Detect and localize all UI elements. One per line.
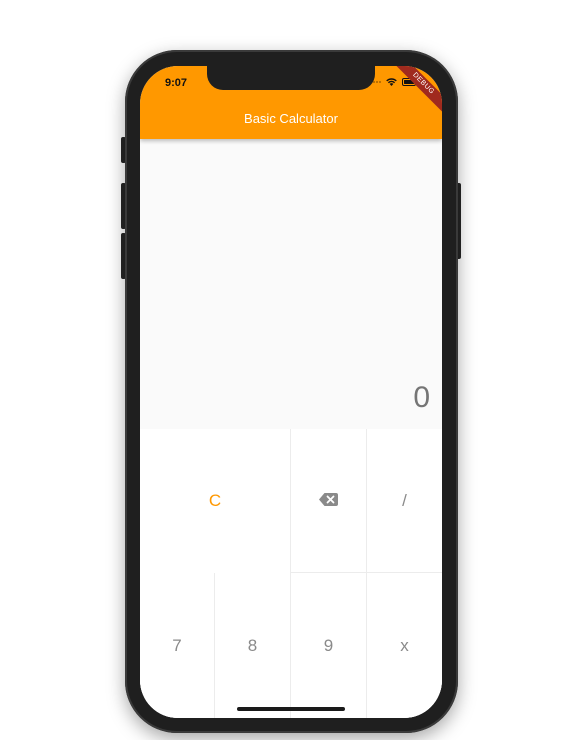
keypad-divider [290, 572, 442, 573]
divide-button[interactable]: / [367, 429, 442, 572]
status-time: 9:07 [165, 77, 188, 89]
digit-9-button[interactable]: 9 [291, 573, 366, 718]
backspace-icon [319, 491, 338, 511]
keypad-divider [290, 429, 291, 718]
digit-8-button[interactable]: 8 [215, 573, 290, 718]
digit-7-button[interactable]: 7 [140, 573, 214, 718]
keypad: C / 7 8 9 x [140, 429, 442, 718]
app-title: Basic Calculator [244, 111, 338, 126]
clear-button[interactable]: C [140, 429, 290, 572]
phone-screen: 9:07 Basic Calculator DEBUG 0 C / 7 8 9 … [140, 66, 442, 718]
calculator-display: 0 [140, 139, 442, 429]
home-indicator[interactable] [237, 707, 345, 711]
keypad-divider [214, 573, 215, 718]
keypad-divider [366, 429, 367, 718]
display-value: 0 [413, 381, 430, 414]
notch [207, 66, 375, 90]
multiply-button[interactable]: x [367, 573, 442, 718]
wifi-icon [386, 78, 397, 86]
backspace-button[interactable] [291, 429, 366, 572]
